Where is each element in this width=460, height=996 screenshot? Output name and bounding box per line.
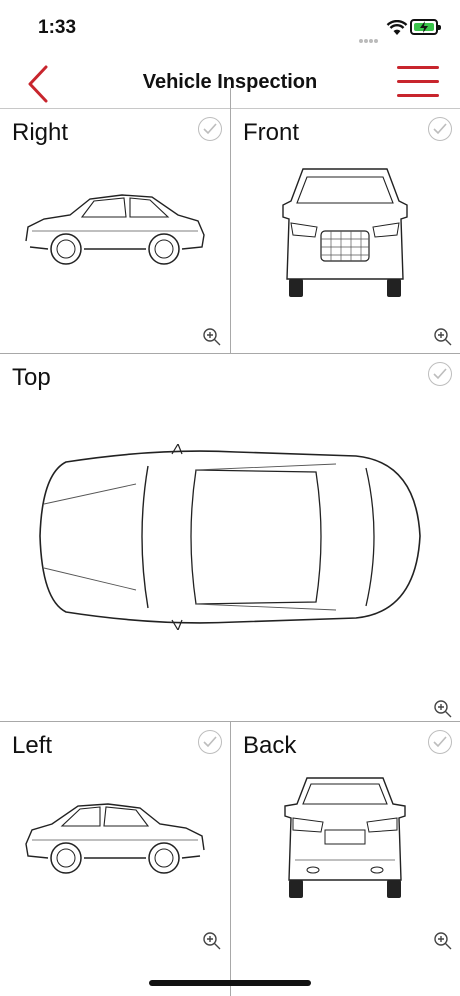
view-label: Front — [243, 119, 300, 146]
view-right[interactable]: Right — [0, 109, 230, 353]
check-circle-icon[interactable] — [198, 730, 222, 754]
home-indicator[interactable] — [149, 980, 311, 986]
check-circle-icon[interactable] — [428, 362, 452, 386]
wifi-icon — [386, 20, 408, 35]
check-circle-icon[interactable] — [198, 117, 222, 141]
view-back[interactable]: Back — [231, 722, 460, 996]
zoom-in-icon[interactable] — [433, 931, 453, 951]
status-time: 1:33 — [38, 17, 77, 38]
car-front-icon — [282, 168, 408, 297]
car-side-right-icon — [25, 194, 205, 265]
battery-icon — [410, 19, 441, 35]
zoom-in-icon[interactable] — [202, 327, 222, 347]
zoom-in-icon[interactable] — [433, 327, 453, 347]
view-label: Left — [12, 732, 53, 759]
view-label: Top — [12, 364, 51, 391]
hamburger-menu-icon[interactable] — [397, 66, 441, 100]
view-front[interactable]: Front — [231, 109, 460, 353]
status-bar: 1:33 — [0, 0, 460, 56]
check-circle-icon[interactable] — [428, 730, 452, 754]
zoom-in-icon[interactable] — [433, 699, 453, 719]
car-top-icon — [39, 444, 421, 630]
car-side-left-icon — [25, 803, 205, 874]
signal-icon — [359, 30, 383, 43]
view-top[interactable]: Top — [0, 354, 460, 721]
zoom-in-icon[interactable] — [202, 931, 222, 951]
car-back-icon — [284, 777, 406, 898]
check-circle-icon[interactable] — [428, 117, 452, 141]
view-label: Right — [12, 119, 69, 146]
view-left[interactable]: Left — [0, 722, 230, 996]
view-label: Back — [243, 732, 297, 759]
